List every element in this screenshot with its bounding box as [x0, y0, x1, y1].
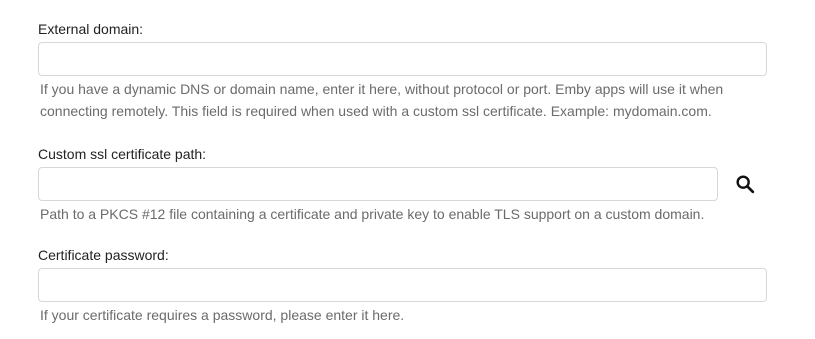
external-domain-group: External domain: If you have a dynamic D… [38, 20, 767, 122]
search-icon [734, 173, 756, 195]
browse-certificate-button[interactable] [728, 167, 762, 201]
certificate-password-group: Certificate password: If your certificat… [38, 246, 767, 326]
ssl-certificate-path-label: Custom ssl certificate path: [38, 146, 207, 162]
ssl-certificate-path-group: Custom ssl certificate path: Path to a P… [38, 145, 762, 225]
certificate-password-input[interactable] [38, 268, 767, 302]
certificate-password-help: If your certificate requires a password,… [40, 307, 405, 323]
external-domain-input[interactable] [38, 42, 767, 76]
certificate-password-label: Certificate password: [38, 247, 169, 263]
ssl-certificate-path-help: Path to a PKCS #12 file containing a cer… [40, 206, 705, 222]
external-domain-help: If you have a dynamic DNS or domain name… [40, 81, 724, 119]
external-domain-label: External domain: [38, 21, 144, 37]
ssl-certificate-path-row [38, 163, 762, 201]
ssl-certificate-path-input[interactable] [38, 167, 718, 201]
